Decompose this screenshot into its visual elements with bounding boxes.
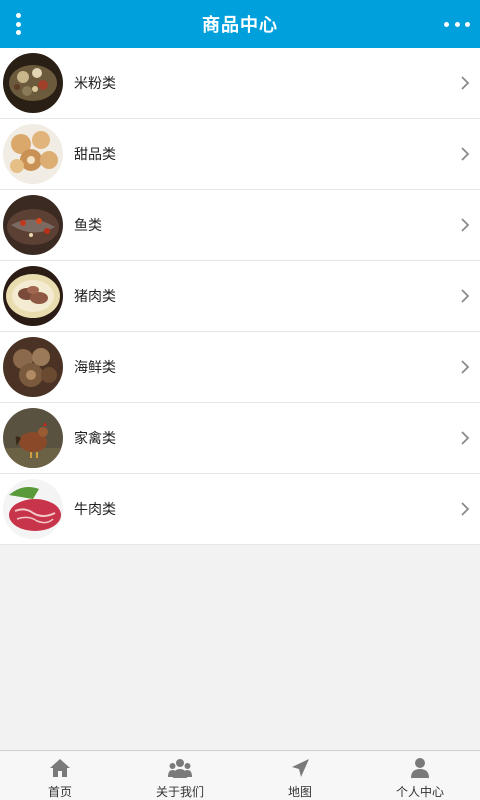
category-label: 猪肉类 xyxy=(74,289,116,305)
page-title: 商品中心 xyxy=(202,15,278,36)
category-label: 甜品类 xyxy=(74,147,116,163)
vertical-dots-menu-icon[interactable] xyxy=(8,10,28,38)
category-item-beef[interactable]: 牛肉类 xyxy=(0,474,480,545)
chevron-right-icon xyxy=(461,502,470,516)
tab-about-us[interactable]: 关于我们 xyxy=(120,751,240,800)
chevron-right-icon xyxy=(461,289,470,303)
horizontal-dots-more-icon[interactable] xyxy=(444,14,470,34)
seafood-dish-image xyxy=(3,337,63,397)
user-icon xyxy=(411,758,429,778)
poultry-chicken-image xyxy=(3,408,63,468)
chevron-right-icon xyxy=(461,218,470,232)
chevron-right-icon xyxy=(461,360,470,374)
chevron-right-icon xyxy=(461,76,470,90)
category-item-pork[interactable]: 猪肉类 xyxy=(0,261,480,332)
category-list: 米粉类 甜品类 鱼类 猪肉类 海鲜类 家禽类 牛肉类 xyxy=(0,48,480,545)
tab-label: 关于我们 xyxy=(155,785,204,799)
pork-dish-image xyxy=(3,266,63,326)
beef-slices-image xyxy=(3,479,63,539)
bottom-tab-bar: 首页 关于我们 地图 个人中心 xyxy=(0,750,480,800)
chevron-right-icon xyxy=(461,431,470,445)
tab-profile[interactable]: 个人中心 xyxy=(360,751,480,800)
category-label: 鱼类 xyxy=(74,218,102,234)
dessert-pastries-image xyxy=(3,124,63,184)
category-item-fish[interactable]: 鱼类 xyxy=(0,190,480,261)
category-item-dessert[interactable]: 甜品类 xyxy=(0,119,480,190)
chevron-right-icon xyxy=(461,147,470,161)
tab-map[interactable]: 地图 xyxy=(240,751,360,800)
tab-label: 首页 xyxy=(47,785,72,799)
category-item-poultry[interactable]: 家禽类 xyxy=(0,403,480,474)
category-label: 家禽类 xyxy=(74,431,116,447)
category-label: 米粉类 xyxy=(74,76,116,92)
category-item-rice-noodle[interactable]: 米粉类 xyxy=(0,48,480,119)
tab-label: 个人中心 xyxy=(395,785,444,799)
header-bar: 商品中心 xyxy=(0,0,480,48)
category-label: 牛肉类 xyxy=(74,502,116,518)
home-icon xyxy=(50,759,70,777)
group-icon xyxy=(168,759,192,778)
rice-noodle-dish-image xyxy=(3,53,63,113)
category-item-seafood[interactable]: 海鲜类 xyxy=(0,332,480,403)
location-arrow-icon xyxy=(292,759,309,777)
tab-home[interactable]: 首页 xyxy=(0,751,120,800)
tab-label: 地图 xyxy=(287,785,312,799)
category-label: 海鲜类 xyxy=(74,360,116,376)
fish-dish-image xyxy=(3,195,63,255)
